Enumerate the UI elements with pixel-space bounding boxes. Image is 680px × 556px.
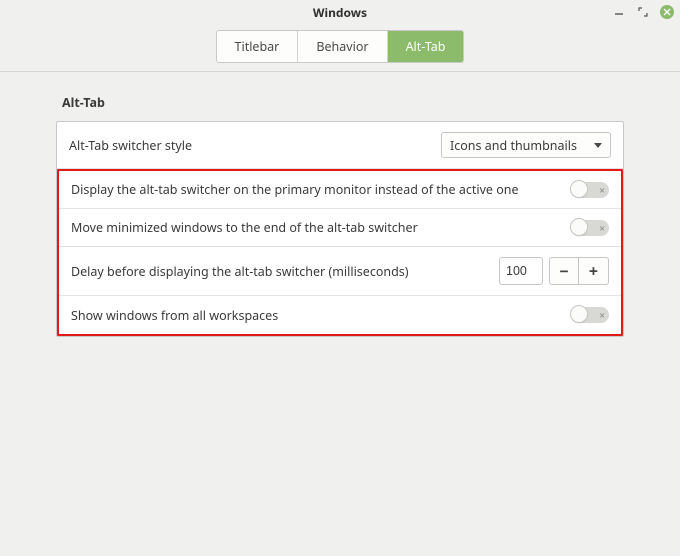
delay-increment-button[interactable]: + <box>579 257 609 285</box>
toggle-off-icon: × <box>599 310 605 320</box>
row-delay: Delay before displaying the alt-tab swit… <box>59 247 621 296</box>
chevron-down-icon <box>594 143 602 148</box>
row-move-minimized: Move minimized windows to the end of the… <box>59 209 621 247</box>
window-controls <box>612 0 674 24</box>
toggle-off-icon: × <box>599 223 605 233</box>
switcher-style-value: Icons and thumbnails <box>450 137 577 154</box>
delay-decrement-button[interactable]: − <box>549 257 579 285</box>
move-minimized-label: Move minimized windows to the end of the… <box>71 219 418 236</box>
minimize-button[interactable] <box>612 5 626 19</box>
primary-monitor-toggle[interactable]: × <box>571 182 609 198</box>
primary-monitor-label: Display the alt-tab switcher on the prim… <box>71 181 519 198</box>
tab-alt-tab[interactable]: Alt-Tab <box>388 31 464 62</box>
row-all-workspaces: Show windows from all workspaces × <box>59 296 621 334</box>
tab-titlebar[interactable]: Titlebar <box>217 31 299 62</box>
maximize-button[interactable] <box>636 5 650 19</box>
row-primary-monitor: Display the alt-tab switcher on the prim… <box>59 171 621 209</box>
delay-input[interactable] <box>499 257 543 285</box>
close-button[interactable] <box>660 5 674 19</box>
all-workspaces-toggle[interactable]: × <box>571 307 609 323</box>
window-title: Windows <box>313 4 367 21</box>
tab-strip: Titlebar Behavior Alt-Tab <box>0 24 680 72</box>
toggle-off-icon: × <box>599 185 605 195</box>
move-minimized-toggle[interactable]: × <box>571 220 609 236</box>
all-workspaces-label: Show windows from all workspaces <box>71 307 278 324</box>
tabs: Titlebar Behavior Alt-Tab <box>216 30 465 63</box>
switcher-style-label: Alt-Tab switcher style <box>69 137 192 154</box>
toggle-knob <box>570 218 588 236</box>
highlighted-settings: Display the alt-tab switcher on the prim… <box>57 169 623 336</box>
settings-panel: Alt-Tab switcher style Icons and thumbna… <box>56 121 624 337</box>
tab-behavior[interactable]: Behavior <box>298 31 387 62</box>
row-switcher-style: Alt-Tab switcher style Icons and thumbna… <box>57 122 623 169</box>
titlebar: Windows <box>0 0 680 24</box>
delay-label: Delay before displaying the alt-tab swit… <box>71 263 409 280</box>
toggle-knob <box>570 305 588 323</box>
section-heading: Alt-Tab <box>62 94 624 111</box>
toggle-knob <box>570 180 588 198</box>
delay-spinner: − + <box>499 257 609 285</box>
switcher-style-dropdown[interactable]: Icons and thumbnails <box>441 132 611 158</box>
content: Alt-Tab Alt-Tab switcher style Icons and… <box>0 72 680 337</box>
